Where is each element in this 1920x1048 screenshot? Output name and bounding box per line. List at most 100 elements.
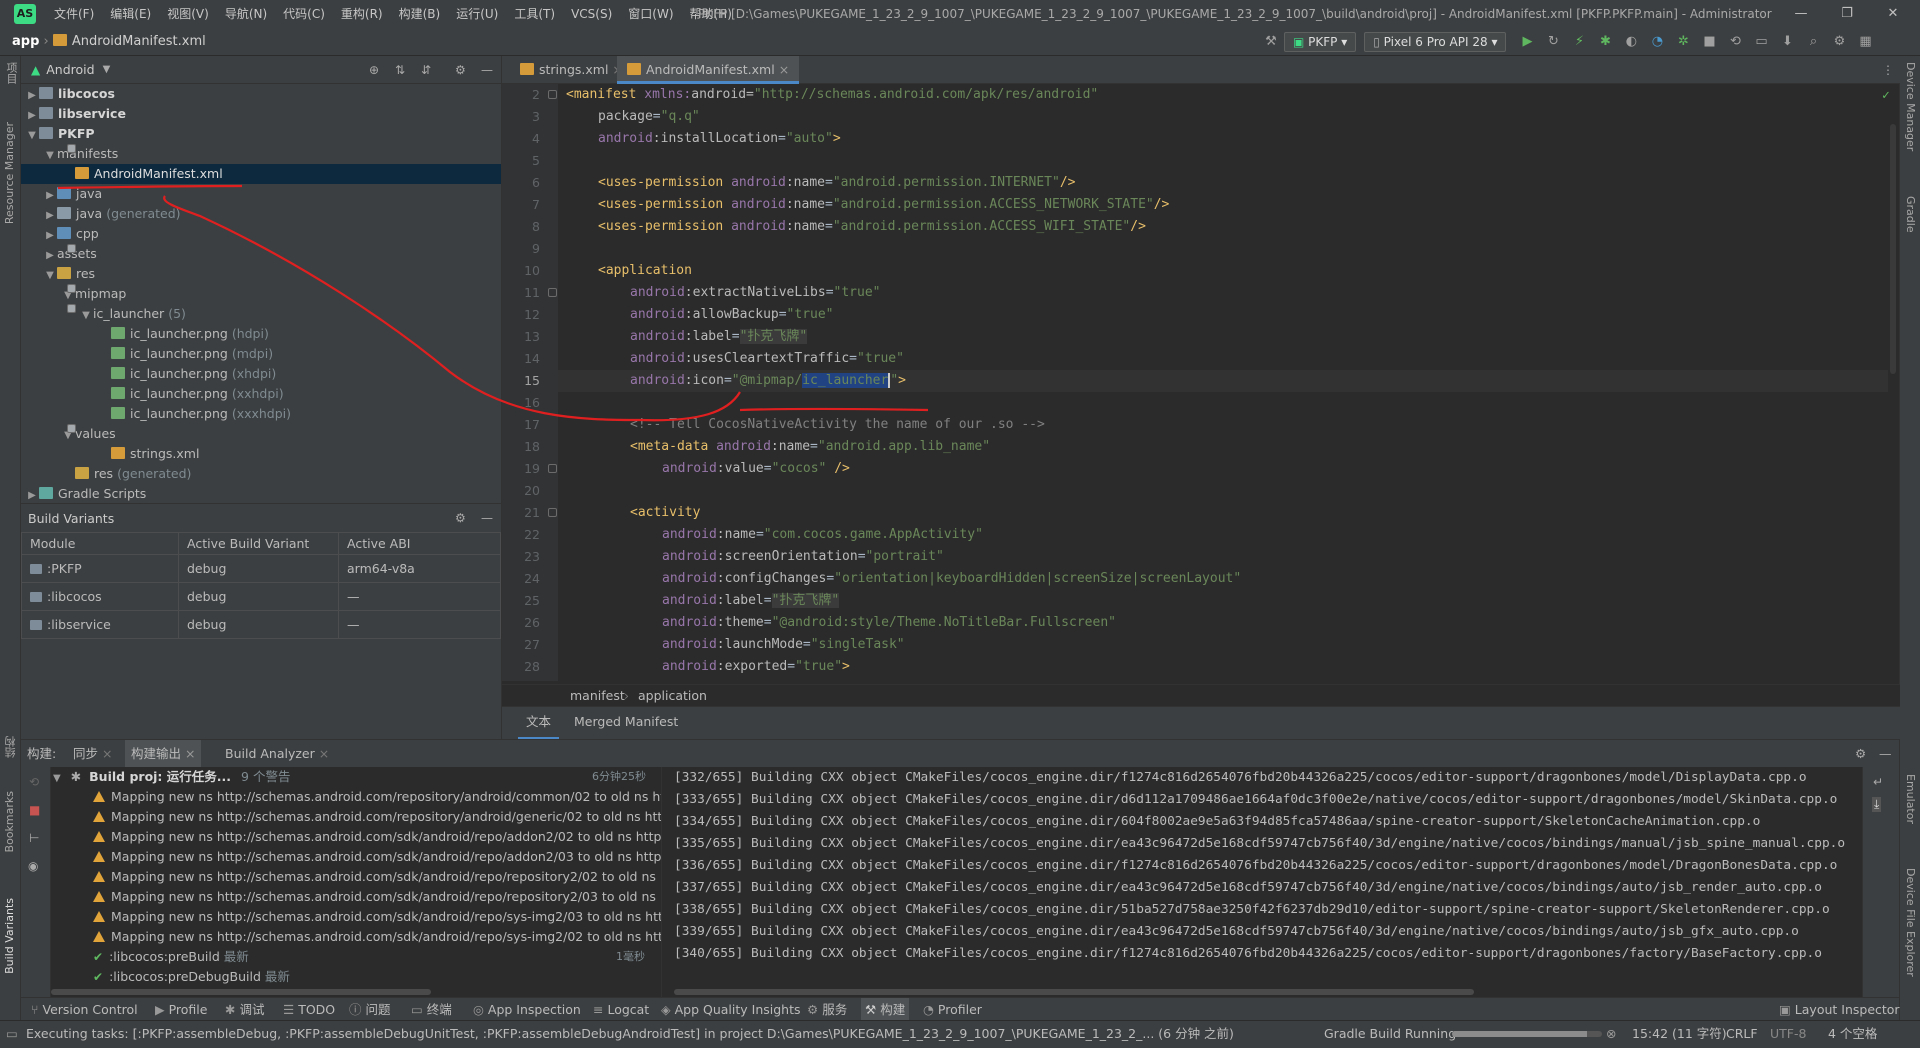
assistant-icon[interactable]: ▦: [1854, 31, 1876, 53]
editor-scrollbar[interactable]: [1890, 124, 1896, 374]
breadcrumb-file[interactable]: AndroidManifest.xml: [72, 34, 206, 49]
menu-view[interactable]: 视图(V): [159, 0, 217, 28]
search-icon[interactable]: ⌕: [1802, 31, 1824, 53]
tree-item-java[interactable]: ▶ java: [21, 184, 501, 204]
menu-tools[interactable]: 工具(T): [506, 0, 563, 28]
abi-select[interactable]: —: [338, 582, 501, 611]
caret-position[interactable]: 15:42 (11 字符): [1632, 1021, 1727, 1047]
settings-gear-icon[interactable]: ⚙: [455, 511, 466, 525]
project-tool-button[interactable]: 项目: [3, 62, 19, 84]
menu-vcs[interactable]: VCS(S): [563, 0, 620, 28]
tool-debug[interactable]: ✱ 调试: [225, 998, 264, 1021]
structure-tool-button[interactable]: 结构: [3, 736, 19, 758]
warning-item[interactable]: Mapping new ns http://schemas.android.co…: [51, 867, 661, 887]
warning-item[interactable]: Mapping new ns http://schemas.android.co…: [51, 807, 661, 827]
tree-item-ic-launcher[interactable]: ▼ ic_launcher (5): [21, 304, 501, 324]
settings-gear-icon[interactable]: ⚙: [1855, 740, 1866, 768]
run-config-select[interactable]: ▣ PKFP ▾: [1284, 32, 1357, 52]
tree-item-png-mdpi[interactable]: ic_launcher.png (mdpi): [21, 344, 501, 364]
tree-item-gradle-scripts[interactable]: ▶ Gradle Scripts: [21, 484, 501, 504]
menu-build[interactable]: 构建(B): [391, 0, 449, 28]
warning-item[interactable]: Mapping new ns http://schemas.android.co…: [51, 787, 661, 807]
code-area[interactable]: <manifest xmlns:android="http://schemas.…: [502, 84, 1900, 681]
hide-panel-icon[interactable]: —: [1879, 740, 1892, 768]
build-variants-tool-button[interactable]: Build Variants: [3, 898, 16, 974]
tree-item-png-xhdpi[interactable]: ic_launcher.png (xhdpi): [21, 364, 501, 384]
tree-item-libservice[interactable]: ▶ libservice: [21, 104, 501, 124]
tree-item-libcocos[interactable]: ▶ libcocos: [21, 84, 501, 104]
attach-icon[interactable]: ◐: [1620, 31, 1642, 53]
bookmarks-tool-button[interactable]: Bookmarks: [3, 791, 16, 852]
tree-item-png-xxhdpi[interactable]: ic_launcher.png (xxhdpi): [21, 384, 501, 404]
hide-panel-icon[interactable]: —: [481, 63, 493, 77]
collapse-all-icon[interactable]: ⇵: [421, 63, 431, 77]
device-select[interactable]: ▯ Pixel 6 Pro API 28 ▾: [1364, 32, 1507, 52]
more-options-icon[interactable]: ⋮: [1882, 56, 1894, 84]
minimize-icon[interactable]: —: [1778, 0, 1824, 28]
tree-item-res[interactable]: ▼ res: [21, 264, 501, 284]
tree-item-androidmanifest[interactable]: AndroidManifest.xml: [21, 164, 501, 184]
scroll-to-end-icon[interactable]: ⤓: [1872, 797, 1882, 812]
task-item[interactable]: ✔:libcocos:preDebugBuild 最新: [51, 967, 661, 987]
column-active-abi[interactable]: Active ABI: [338, 532, 501, 555]
run-icon[interactable]: ▶: [1516, 31, 1538, 53]
indent-setting[interactable]: 4 个空格: [1828, 1021, 1877, 1047]
tab-sync[interactable]: 同步 ×: [73, 740, 112, 768]
tree-item-pkfp[interactable]: ▼ PKFP: [21, 124, 501, 144]
abi-select[interactable]: arm64-v8a: [338, 554, 501, 583]
build-output-log[interactable]: [332/655] Building CXX object CMakeFiles…: [662, 767, 1862, 997]
locate-icon[interactable]: ⊕: [369, 63, 379, 77]
chevron-down-icon[interactable]: ▼: [103, 64, 111, 75]
attach-debugger-icon[interactable]: ✲: [1672, 31, 1694, 53]
device-manager-icon[interactable]: ▭: [1750, 31, 1772, 53]
eye-icon[interactable]: ◉: [28, 859, 38, 873]
tree-item-manifests[interactable]: ▼ manifests: [21, 144, 501, 164]
inspection-ok-icon[interactable]: ✓: [1882, 88, 1890, 103]
menu-refactor[interactable]: 重构(R): [333, 0, 391, 28]
gradle-status[interactable]: Gradle Build Running: [1324, 1021, 1456, 1047]
tab-text[interactable]: 文本: [518, 707, 560, 740]
sdk-manager-icon[interactable]: ⬇: [1776, 31, 1798, 53]
emulator-tool-button[interactable]: Emulator: [1904, 774, 1917, 824]
debug-icon[interactable]: ✱: [1594, 31, 1616, 53]
line-separator[interactable]: CRLF: [1726, 1021, 1758, 1047]
abi-select[interactable]: —: [338, 610, 501, 639]
tool-profiler[interactable]: ◔ Profiler: [923, 998, 982, 1021]
tool-terminal[interactable]: ▭ 终端: [411, 998, 452, 1021]
variant-select[interactable]: debug: [178, 582, 339, 611]
tree-item-assets[interactable]: ▶ assets: [21, 244, 501, 264]
horizontal-scrollbar[interactable]: [51, 989, 431, 995]
tree-item-mipmap[interactable]: ▼ mipmap: [21, 284, 501, 304]
maximize-icon[interactable]: ❐: [1824, 0, 1870, 28]
tool-layout-inspector[interactable]: ▣ Layout Inspector: [1779, 998, 1900, 1021]
tree-item-strings-xml[interactable]: strings.xml: [21, 444, 501, 464]
warning-item[interactable]: Mapping new ns http://schemas.android.co…: [51, 827, 661, 847]
warning-item[interactable]: Mapping new ns http://schemas.android.co…: [51, 847, 661, 867]
tab-strings-xml[interactable]: strings.xml ×: [510, 56, 633, 84]
menu-edit[interactable]: 编辑(E): [102, 0, 159, 28]
tool-logcat[interactable]: ≡ Logcat: [593, 998, 649, 1021]
column-active-build-variant[interactable]: Active Build Variant: [178, 532, 339, 555]
build-root-item[interactable]: ▼ ✱ Build proj: 运行任务... 9 个警告 6分钟25秒: [51, 767, 661, 787]
sync-gradle-icon[interactable]: ⟲: [1724, 31, 1746, 53]
warning-item[interactable]: Mapping new ns http://schemas.android.co…: [51, 907, 661, 927]
cancel-progress-icon[interactable]: ⊗: [1606, 1021, 1616, 1047]
tab-build-analyzer[interactable]: Build Analyzer ×: [225, 740, 329, 768]
tool-problems[interactable]: ⓘ 问题: [349, 998, 391, 1021]
breadcrumb-manifest[interactable]: manifest: [570, 685, 625, 707]
task-item[interactable]: ✔:libcocos:preBuild 最新 1毫秒: [51, 947, 661, 967]
device-manager-tool-button[interactable]: Device Manager: [1904, 62, 1917, 151]
tool-services[interactable]: ⚙ 服务: [807, 998, 847, 1021]
rerun-icon[interactable]: ↻: [1542, 31, 1564, 53]
tab-build-output[interactable]: 构建输出 ×: [125, 740, 202, 768]
status-icon[interactable]: ▭: [6, 1021, 18, 1047]
tree-item-values[interactable]: ▼ values: [21, 424, 501, 444]
close-icon[interactable]: ✕: [1870, 0, 1916, 28]
column-module[interactable]: Module: [21, 532, 179, 555]
pin-icon[interactable]: ⊢: [29, 831, 39, 845]
soft-wrap-icon[interactable]: ↵: [1873, 775, 1883, 789]
tree-item-java-generated[interactable]: ▶ java (generated): [21, 204, 501, 224]
device-file-explorer-tool-button[interactable]: Device File Explorer: [1904, 868, 1917, 977]
status-message[interactable]: Executing tasks: [:PKFP:assembleDebug, :…: [26, 1021, 1234, 1047]
project-view-select[interactable]: Android: [46, 62, 94, 77]
